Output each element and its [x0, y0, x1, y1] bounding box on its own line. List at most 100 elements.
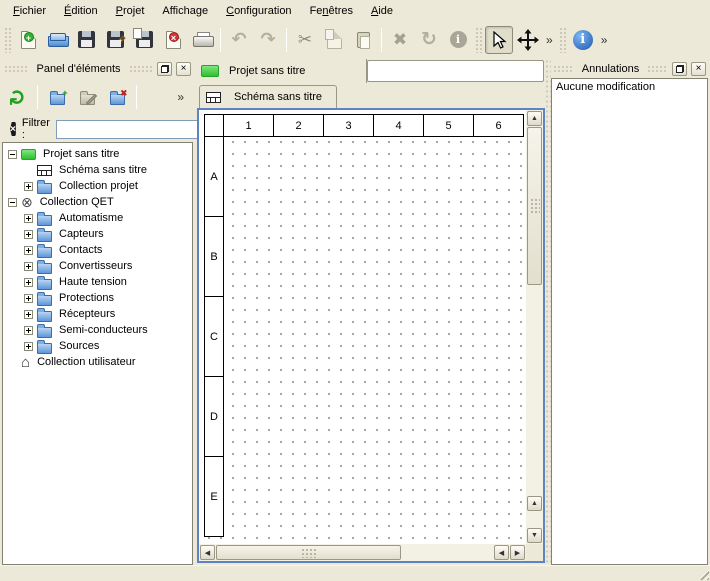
tree-item[interactable]: Automatisme [3, 210, 192, 226]
float-panel-button[interactable] [672, 62, 687, 76]
scroll-left-button[interactable]: ◀ [200, 545, 215, 560]
tree-item-label: Schéma sans titre [57, 163, 149, 177]
tree-item[interactable]: Collection projet [3, 178, 192, 194]
project-tab[interactable]: Projet sans titre [197, 59, 367, 83]
print-button[interactable] [188, 26, 216, 54]
tree-expander[interactable] [24, 246, 33, 255]
toolbar-handle[interactable] [475, 27, 482, 53]
copy-button[interactable] [320, 26, 348, 54]
open-document-button[interactable] [43, 26, 71, 54]
panel-toolbar-overflow-chevron[interactable]: » [174, 90, 187, 104]
tree-item-label: Collection QET [38, 195, 116, 209]
toolbar-handle[interactable] [4, 27, 11, 53]
tree-item[interactable]: Contacts [3, 242, 192, 258]
undo-panel-header[interactable]: Annulations × [551, 59, 708, 78]
vertical-scroll-thumb[interactable] [527, 127, 542, 285]
tree-item[interactable]: Schéma sans titre [3, 162, 192, 178]
tree-expander[interactable] [24, 278, 33, 287]
vertical-scrollbar[interactable]: ▲ ▲ ▼ [526, 110, 543, 544]
float-panel-button[interactable] [157, 62, 172, 76]
redo-button[interactable]: ↷ [254, 26, 282, 54]
diagram-canvas[interactable]: 123456 ABCDE [199, 110, 526, 544]
delete-category-button[interactable]: ✖ [103, 83, 131, 111]
dock-handle-texture [553, 65, 574, 73]
tree-expander[interactable] [8, 198, 17, 207]
edit-category-button[interactable] [73, 83, 101, 111]
schema-tab[interactable]: Schéma sans titre [199, 85, 337, 108]
filter-input[interactable] [56, 120, 206, 139]
horizontal-scrollbar[interactable]: ◀ ◀ ▶ [199, 544, 526, 561]
select-tool-button[interactable] [485, 26, 513, 54]
tree-expander[interactable] [24, 326, 33, 335]
qet-information-button[interactable]: i [569, 26, 597, 54]
menu-item[interactable]: Affichage [153, 2, 217, 20]
menu-item[interactable]: Projet [107, 2, 154, 20]
copy-icon [327, 31, 342, 49]
scroll-up-button[interactable]: ▲ [527, 496, 542, 511]
horizontal-scroll-thumb[interactable] [216, 545, 401, 560]
tree-expander[interactable] [8, 150, 17, 159]
tree-item-label: Sources [57, 339, 101, 353]
tree-item[interactable]: Capteurs [3, 226, 192, 242]
tree-expander[interactable] [24, 262, 33, 271]
folder-icon [37, 215, 52, 226]
save-as-button[interactable] [101, 26, 129, 54]
scroll-right-button[interactable]: ▶ [510, 545, 525, 560]
elements-panel-header[interactable]: Panel d'éléments × [2, 59, 193, 78]
toolbar-overflow-chevron[interactable]: » [598, 33, 611, 47]
move-tool-button[interactable] [514, 26, 542, 54]
tree-item[interactable]: Protections [3, 290, 192, 306]
delete-button[interactable]: ✖ [386, 26, 414, 54]
scroll-down-button[interactable]: ▼ [527, 528, 542, 543]
close-panel-button[interactable]: × [176, 62, 191, 76]
rotate-button[interactable]: ↻ [415, 26, 443, 54]
undo-list-item[interactable]: Aucune modification [552, 79, 707, 95]
tree-expander[interactable] [24, 230, 33, 239]
undo-button[interactable]: ↶ [225, 26, 253, 54]
clear-filter-icon[interactable]: × [10, 122, 16, 136]
redo-icon: ↷ [260, 31, 275, 49]
home-icon: ⌂ [21, 355, 30, 370]
tree-item[interactable]: Sources [3, 338, 192, 354]
toolbar-handle[interactable] [559, 27, 566, 53]
menu-item[interactable]: Fenêtres [301, 2, 362, 20]
element-info-button[interactable]: i [444, 26, 472, 54]
close-document-button[interactable]: × [159, 26, 187, 54]
menu-item[interactable]: Configuration [217, 2, 300, 20]
save-button[interactable] [72, 26, 100, 54]
dock-handle-texture [129, 65, 153, 73]
reload-collections-button[interactable]: ↻ [4, 83, 32, 111]
new-category-button[interactable]: + [43, 83, 71, 111]
tree-item-icon [37, 211, 52, 226]
new-document-button[interactable]: + [14, 26, 42, 54]
tree-item-label: Haute tension [57, 275, 129, 289]
cut-button[interactable]: ✂ [291, 26, 319, 54]
tree-item[interactable]: Projet sans titre [3, 146, 192, 162]
tree-item[interactable]: ⌂ Collection utilisateur [3, 354, 192, 370]
toolbar-overflow-chevron[interactable]: » [543, 33, 556, 47]
tree-item[interactable]: ⊗ Collection QET [3, 194, 192, 210]
tree-expander[interactable] [24, 310, 33, 319]
tree-expander[interactable] [24, 294, 33, 303]
folder-icon [37, 311, 52, 322]
tree-item[interactable]: Haute tension [3, 274, 192, 290]
tree-item[interactable]: Semi-conducteurs [3, 322, 192, 338]
tree-item[interactable]: Récepteurs [3, 306, 192, 322]
menu-item[interactable]: Aide [362, 2, 402, 20]
folder-icon [37, 327, 52, 338]
tree-expander[interactable] [24, 214, 33, 223]
scroll-left-button[interactable]: ◀ [494, 545, 509, 560]
delete-icon: ✖ [393, 30, 407, 50]
resize-grip[interactable] [696, 567, 709, 580]
tree-item[interactable]: Convertisseurs [3, 258, 192, 274]
new-folder-icon: + [50, 94, 65, 105]
close-panel-button[interactable]: × [691, 62, 706, 76]
menu-item[interactable]: Fichier [4, 2, 55, 20]
tree-expander[interactable] [24, 182, 33, 191]
save-all-button[interactable] [130, 26, 158, 54]
tree-item-icon: ⊗ [21, 195, 33, 209]
tree-expander[interactable] [24, 342, 33, 351]
scroll-up-button[interactable]: ▲ [527, 111, 542, 126]
paste-button[interactable] [349, 26, 377, 54]
menu-item[interactable]: Édition [55, 2, 107, 20]
